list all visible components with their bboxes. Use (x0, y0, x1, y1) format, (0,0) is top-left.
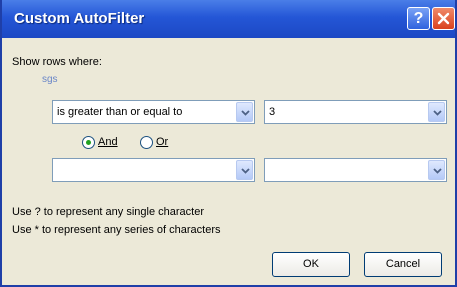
value-input-2[interactable] (264, 158, 447, 182)
value-input-1-value: 3 (269, 106, 276, 118)
value-input-1[interactable]: 3 (264, 100, 447, 124)
operator-select-2-dropdown[interactable] (236, 160, 253, 180)
and-radio[interactable] (82, 136, 95, 149)
operator-select-1-value: is greater than or equal to (57, 106, 183, 118)
close-icon (437, 12, 450, 25)
cancel-button[interactable]: Cancel (364, 252, 442, 277)
operator-select-1[interactable]: is greater than or equal to (52, 100, 255, 124)
help-button[interactable]: ? (407, 7, 430, 30)
hint-single-char: Use ? to represent any single character (12, 206, 204, 218)
value-input-2-dropdown[interactable] (428, 160, 445, 180)
and-radio-selected-dot (86, 140, 91, 145)
ok-button[interactable]: OK (272, 252, 350, 277)
close-button[interactable] (432, 7, 455, 30)
custom-autofilter-dialog: Custom AutoFilter ? Show rows where: sgs… (0, 0, 457, 287)
chevron-down-icon (433, 110, 442, 116)
chevron-down-icon (433, 168, 442, 174)
and-label[interactable]: And (98, 136, 118, 148)
hint-series-chars: Use * to represent any series of charact… (12, 224, 221, 236)
column-name-label: sgs (42, 74, 58, 85)
chevron-down-icon (241, 168, 250, 174)
operator-select-1-dropdown[interactable] (236, 102, 253, 122)
value-input-1-dropdown[interactable] (428, 102, 445, 122)
or-radio[interactable] (140, 136, 153, 149)
dialog-title: Custom AutoFilter (14, 10, 145, 27)
title-bar[interactable]: Custom AutoFilter ? (2, 0, 455, 38)
show-rows-label: Show rows where: (12, 56, 102, 68)
or-label[interactable]: Or (156, 136, 168, 148)
operator-select-2[interactable] (52, 158, 255, 182)
chevron-down-icon (241, 110, 250, 116)
